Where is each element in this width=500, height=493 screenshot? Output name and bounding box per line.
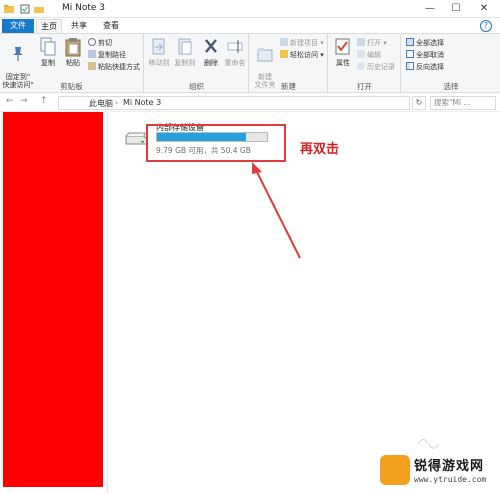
edit-button[interactable]: 编辑 <box>357 50 381 60</box>
scissors-icon <box>88 38 96 46</box>
watermark-url: www.ytruide.com <box>414 475 487 484</box>
new-item-icon <box>280 38 288 46</box>
organize-group: 移动到 复制到 删除 重命名 组织 <box>145 34 249 94</box>
rename-icon <box>227 40 243 53</box>
breadcrumb-device[interactable]: Mi Note 3 <box>123 98 161 107</box>
new-group-label: 新建 <box>281 82 296 91</box>
copy-icon <box>40 37 56 56</box>
paste-button[interactable]: 粘贴 <box>62 37 84 67</box>
delete-button[interactable]: 删除 <box>201 37 221 67</box>
edit-icon <box>357 50 365 58</box>
history-icon <box>357 62 365 70</box>
watermark-title: 锐得游戏网 <box>414 459 485 474</box>
help-button[interactable]: ? <box>480 20 492 32</box>
move-to-button[interactable]: 移动到 <box>147 37 171 67</box>
search-input[interactable]: 搜索"Mi ... <box>430 96 496 110</box>
properties-quick-icon[interactable] <box>20 4 30 14</box>
copy-to-button[interactable]: 复制到 <box>173 37 197 67</box>
paste-shortcut-icon <box>88 62 96 70</box>
navigation-pane[interactable] <box>0 112 108 493</box>
organize-group-label: 组织 <box>189 82 204 91</box>
new-folder-quick-icon[interactable] <box>34 4 44 14</box>
close-button[interactable]: ✕ <box>474 2 494 16</box>
copy-path-button[interactable]: 复制路径 <box>88 50 126 60</box>
tab-file[interactable]: 文件 <box>2 19 34 33</box>
easy-access-icon <box>280 50 288 58</box>
back-button[interactable]: ← <box>6 96 14 106</box>
open-group-label: 打开 <box>357 82 372 91</box>
open-button[interactable]: 打开 ▾ <box>357 38 387 48</box>
title-bar: Mi Note 3 — ☐ ✕ <box>0 0 500 18</box>
cursor-hint-icon: ◠◡ <box>418 436 439 450</box>
pin-icon <box>13 47 23 61</box>
window-title: Mi Note 3 <box>62 3 106 13</box>
new-folder-icon <box>257 48 273 62</box>
paste-shortcut-button[interactable]: 粘贴快捷方式 <box>88 62 140 72</box>
annotation-label: 再双击 <box>300 142 340 157</box>
forward-button[interactable]: → <box>20 96 28 106</box>
select-group-label: 选择 <box>443 82 459 91</box>
up-button[interactable]: ↑ <box>40 96 48 106</box>
copy-button[interactable]: 复制 <box>36 37 60 67</box>
open-icon <box>357 38 365 46</box>
new-group: 新建 文件夹 新建项目 ▾ 轻松访问 ▾ 新建 <box>250 34 328 94</box>
clipboard-group-label: 剪贴板 <box>60 82 83 91</box>
minimize-button[interactable]: — <box>420 2 440 16</box>
breadcrumb-separator-icon: › <box>115 98 119 107</box>
ribbon: 固定到" 快速访问" 复制 粘贴 剪切 复制路径 粘贴快捷方式 剪贴板 移动到 … <box>0 33 500 94</box>
select-group: 全部选择 全部取消 反向选择 选择 <box>402 34 500 94</box>
new-item-button[interactable]: 新建项目 ▾ <box>280 38 324 48</box>
rename-button[interactable]: 重命名 <box>223 37 247 67</box>
refresh-button[interactable]: ↻ <box>412 96 426 110</box>
move-to-icon <box>152 38 165 55</box>
annotation-highlight-box <box>146 124 286 162</box>
redaction-block <box>3 112 103 487</box>
select-all-icon <box>406 38 414 46</box>
easy-access-button[interactable]: 轻松访问 ▾ <box>280 50 324 60</box>
tab-home[interactable]: 主页 <box>36 19 62 33</box>
history-button[interactable]: 历史记录 <box>357 62 395 72</box>
address-bar[interactable]: 此电脑 › Mi Note 3 <box>58 96 410 110</box>
clipboard-group: 固定到" 快速访问" 复制 粘贴 剪切 复制路径 粘贴快捷方式 剪贴板 <box>0 34 144 94</box>
folder-app-icon <box>4 5 14 13</box>
copy-path-icon <box>88 50 96 58</box>
address-row: ← → ↑ 此电脑 › Mi Note 3 ↻ 搜索"Mi ... <box>0 94 500 112</box>
invert-selection-button[interactable]: 反向选择 <box>406 62 444 72</box>
ribbon-tabs: 文件 主页 共享 查看 ? <box>0 19 500 33</box>
tab-share[interactable]: 共享 <box>66 19 92 33</box>
properties-check-icon <box>335 38 350 55</box>
select-none-icon <box>406 50 414 58</box>
paste-icon <box>65 38 81 57</box>
delete-x-icon <box>205 39 217 53</box>
maximize-button[interactable]: ☐ <box>446 2 466 16</box>
cut-button[interactable]: 剪切 <box>88 38 112 48</box>
copy-to-icon <box>178 38 192 55</box>
invert-selection-icon <box>406 62 414 70</box>
select-none-button[interactable]: 全部取消 <box>406 50 444 60</box>
select-all-button[interactable]: 全部选择 <box>406 38 444 48</box>
watermark-logo-icon <box>380 455 410 485</box>
open-group: 属性 打开 ▾ 编辑 历史记录 打开 <box>329 34 401 94</box>
drive-icon <box>125 132 148 145</box>
tab-view[interactable]: 查看 <box>98 19 124 33</box>
properties-button[interactable]: 属性 <box>333 37 353 67</box>
site-watermark: 锐得游戏网 www.ytruide.com <box>378 453 498 491</box>
breadcrumb-this-pc[interactable]: 此电脑 <box>89 98 113 109</box>
